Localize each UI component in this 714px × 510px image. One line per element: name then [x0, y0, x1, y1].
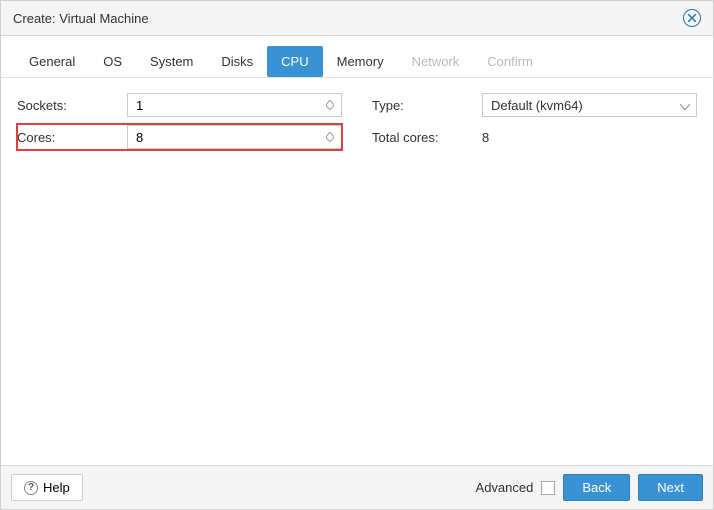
- sockets-label: Sockets:: [17, 98, 127, 113]
- tab-general[interactable]: General: [15, 46, 89, 77]
- type-row: Type: Default (kvm64): [372, 92, 697, 118]
- dialog-header: Create: Virtual Machine: [1, 1, 713, 36]
- total-cores-label: Total cores:: [372, 130, 482, 145]
- sockets-row: Sockets:: [17, 92, 342, 118]
- cores-spinner[interactable]: [323, 132, 341, 142]
- sockets-input[interactable]: [128, 94, 323, 116]
- left-column: Sockets: Cores:: [17, 92, 342, 451]
- cores-input[interactable]: [128, 126, 323, 148]
- type-label: Type:: [372, 98, 482, 113]
- total-cores-row: Total cores: 8: [372, 124, 697, 150]
- right-column: Type: Default (kvm64) Total cores: 8: [372, 92, 697, 451]
- sockets-input-wrapper: [127, 93, 342, 117]
- help-icon: ?: [24, 481, 38, 495]
- advanced-label: Advanced: [476, 480, 534, 495]
- wizard-tabs: General OS System Disks CPU Memory Netwo…: [1, 36, 713, 78]
- sockets-spinner[interactable]: [323, 100, 341, 110]
- chevron-down-icon: [326, 105, 334, 110]
- cores-input-wrapper: [127, 125, 342, 149]
- footer-right: Advanced Back Next: [476, 474, 703, 501]
- help-button[interactable]: ? Help: [11, 474, 83, 501]
- dialog-title: Create: Virtual Machine: [13, 11, 149, 26]
- chevron-down-icon: [680, 98, 690, 113]
- tab-memory[interactable]: Memory: [323, 46, 398, 77]
- close-icon: [688, 14, 696, 22]
- tab-system[interactable]: System: [136, 46, 207, 77]
- cpu-panel: Sockets: Cores: Type:: [1, 78, 713, 465]
- type-dropdown[interactable]: Default (kvm64): [482, 93, 697, 117]
- cores-row: Cores:: [17, 124, 342, 150]
- total-cores-value: 8: [482, 130, 697, 145]
- tab-network: Network: [398, 46, 474, 77]
- help-button-label: Help: [43, 480, 70, 495]
- chevron-down-icon: [326, 137, 334, 142]
- back-button[interactable]: Back: [563, 474, 630, 501]
- type-dropdown-value: Default (kvm64): [491, 98, 583, 113]
- dialog-footer: ? Help Advanced Back Next: [1, 465, 713, 509]
- cores-label: Cores:: [17, 130, 127, 145]
- tab-confirm: Confirm: [473, 46, 547, 77]
- advanced-checkbox[interactable]: [541, 481, 555, 495]
- tab-cpu[interactable]: CPU: [267, 46, 322, 77]
- tab-os[interactable]: OS: [89, 46, 136, 77]
- close-button[interactable]: [683, 9, 701, 27]
- next-button[interactable]: Next: [638, 474, 703, 501]
- tab-disks[interactable]: Disks: [207, 46, 267, 77]
